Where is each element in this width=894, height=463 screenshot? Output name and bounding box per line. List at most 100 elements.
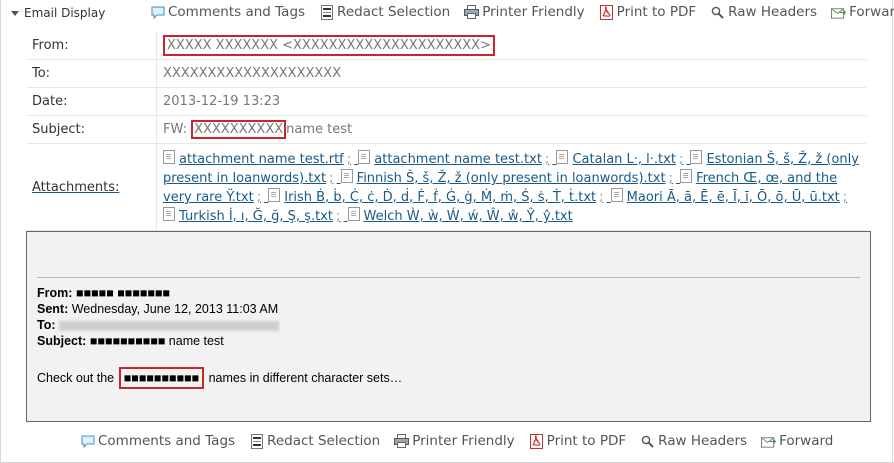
attachment-name: Maori Ā, ā, Ē, ē, Ī, ī, Ō, ō, Ū, ū.txt <box>626 190 840 205</box>
attachments-cell: attachment name test.rtf; attachment nam… <box>156 143 866 231</box>
attachment-name: Catalan L·, l·.txt <box>572 152 676 167</box>
document-icon <box>163 150 175 164</box>
printer-friendly-label: Printer Friendly <box>482 4 585 20</box>
redact-selection-button[interactable]: Redact Selection <box>319 4 450 20</box>
fwd-from-value: ■■■■■ ■■■■■■■ <box>75 286 170 300</box>
fwd-to-label: To: <box>37 318 56 332</box>
attachment-separator: ; <box>668 171 673 186</box>
print-to-pdf-label: Print to PDF <box>546 433 627 449</box>
attachment-name: Finnish Š, š, Ž, ž (only present in loan… <box>356 171 666 186</box>
forward-label: Forward <box>849 4 894 20</box>
attachment-name: Turkish İ, ı, Ğ, ğ, Ş, ş.txt <box>179 209 333 224</box>
print-to-pdf-button[interactable]: Print to PDF <box>599 4 697 20</box>
raw-headers-button[interactable]: Raw Headers <box>710 4 817 20</box>
attachment-separator: ; <box>842 190 848 205</box>
printer-icon <box>394 434 410 449</box>
printer-friendly-button-bottom[interactable]: Printer Friendly <box>394 433 515 449</box>
raw-headers-label: Raw Headers <box>658 433 748 449</box>
attachment-link[interactable]: attachment name test.txt <box>358 150 542 167</box>
fwd-from-label: From: <box>37 286 73 300</box>
pdf-icon <box>529 433 544 449</box>
document-icon <box>680 169 693 183</box>
document-icon <box>163 207 175 221</box>
to-row: To: XXXXXXXXXXXXXXXXXXXX <box>27 59 866 88</box>
attachments-label: Attachments: <box>27 143 157 231</box>
raw-headers-button-bottom[interactable]: Raw Headers <box>640 433 747 449</box>
from-cell: XXXXX XXXXXXX <XXXXXXXXXXXXXXXXXXXXX> <box>156 32 866 60</box>
caret-down-icon <box>11 10 19 16</box>
body-suffix: names in different character sets… <box>205 371 403 385</box>
comments-tags-button[interactable]: Comments and Tags <box>150 4 305 20</box>
printer-icon <box>464 5 480 20</box>
email-display-toggle[interactable]: Email Display <box>11 6 105 20</box>
email-header-table: From: XXXXX XXXXXXX <XXXXXXXXXXXXXXXXXXX… <box>27 32 866 231</box>
from-label: From: <box>27 32 157 60</box>
attachment-link[interactable]: Welch Ẁ, ẁ, Ẃ, ẃ, Ŵ, ŵ, Ŷ, ŷ.txt <box>347 207 573 224</box>
redact-selection-button-bottom[interactable]: Redact Selection <box>249 433 380 449</box>
attachments-row: Attachments: attachment name test.rtf; a… <box>27 143 866 231</box>
fwd-subject-line: Subject: ■■■■■■■■■■ name test <box>37 333 279 349</box>
attachment-separator: ; <box>256 190 262 205</box>
subject-label: Subject: <box>27 115 157 144</box>
forward-icon <box>831 5 847 20</box>
printer-friendly-label: Printer Friendly <box>412 433 515 449</box>
attachment-name: attachment name test.rtf <box>179 152 344 167</box>
comments-tags-label: Comments and Tags <box>98 433 236 449</box>
attachment-link[interactable]: Turkish İ, ı, Ğ, ğ, Ş, ş.txt <box>163 207 333 224</box>
redact-icon <box>249 433 264 449</box>
message-divider <box>37 277 860 278</box>
attachment-list: attachment name test.rtf; attachment nam… <box>163 148 866 226</box>
fwd-subject-suffix: name test <box>165 334 224 348</box>
attachment-link[interactable]: Finnish Š, š, Ž, ž (only present in loan… <box>340 169 666 186</box>
document-icon <box>340 169 353 183</box>
subject-cell: FW: XXXXXXXXXX name test <box>156 115 866 144</box>
comments-tags-label: Comments and Tags <box>168 4 306 20</box>
forward-button[interactable]: Forward <box>831 4 894 20</box>
body-redacted: ■■■■■■■■■■ <box>118 367 205 389</box>
fwd-sent-label: Sent: <box>37 302 69 316</box>
attachment-separator: ; <box>346 152 352 167</box>
redact-icon <box>319 4 334 20</box>
document-icon <box>358 150 371 164</box>
window-title: Email Display <box>24 6 106 20</box>
attachment-link[interactable]: attachment name test.rtf <box>163 150 344 167</box>
toolbar-top: Comments and Tags Redact Selection Print… <box>150 4 894 20</box>
document-icon <box>347 207 360 221</box>
attachment-link[interactable]: Maori Ā, ā, Ē, ē, Ī, ī, Ō, ō, Ū, ū.txt <box>610 188 840 205</box>
comments-tags-button-bottom[interactable]: Comments and Tags <box>80 433 235 449</box>
date-label: Date: <box>27 87 157 116</box>
attachment-separator: ; <box>329 171 334 186</box>
attachment-separator: ; <box>544 152 550 167</box>
window-left-border <box>0 0 1 463</box>
search-icon <box>640 434 655 449</box>
fwd-sent-line: Sent: Wednesday, June 12, 2013 11:03 AM <box>37 301 279 317</box>
subject-suffix: name test <box>286 122 353 137</box>
to-label: To: <box>27 59 157 88</box>
document-icon <box>610 188 623 202</box>
redact-selection-label: Redact Selection <box>337 4 451 20</box>
message-body: From: ■■■■■ ■■■■■■■ Sent: Wednesday, Jun… <box>26 231 871 422</box>
body-prefix: Check out the <box>37 371 118 385</box>
raw-headers-label: Raw Headers <box>728 4 818 20</box>
printer-friendly-button[interactable]: Printer Friendly <box>464 4 585 20</box>
to-value: XXXXXXXXXXXXXXXXXXXX <box>156 59 866 88</box>
from-value-redacted: XXXXX XXXXXXX <XXXXXXXXXXXXXXXXXXXXX> <box>163 35 495 56</box>
attachment-link[interactable]: Irish Ḃ, ḃ, Ċ, ċ, Ḋ, ḋ, Ḟ, ḟ, Ġ, ġ, Ṁ, ṁ… <box>268 188 596 205</box>
attachment-separator: ; <box>335 209 341 224</box>
document-icon <box>690 150 703 164</box>
window-right-border <box>892 0 893 463</box>
fwd-sent-value: Wednesday, June 12, 2013 11:03 AM <box>71 302 279 316</box>
document-icon <box>556 150 569 164</box>
comment-icon <box>150 5 165 20</box>
forward-label: Forward <box>779 433 834 449</box>
document-icon <box>268 188 281 202</box>
attachment-separator: ; <box>599 190 604 205</box>
fwd-subject-label: Subject: <box>37 334 87 348</box>
print-to-pdf-label: Print to PDF <box>616 4 697 20</box>
attachment-name: attachment name test.txt <box>374 152 542 167</box>
pdf-icon <box>599 4 614 20</box>
print-to-pdf-button-bottom[interactable]: Print to PDF <box>529 433 627 449</box>
forward-button-bottom[interactable]: Forward <box>761 433 833 449</box>
comment-icon <box>80 434 95 449</box>
attachment-link[interactable]: Catalan L·, l·.txt <box>556 150 676 167</box>
